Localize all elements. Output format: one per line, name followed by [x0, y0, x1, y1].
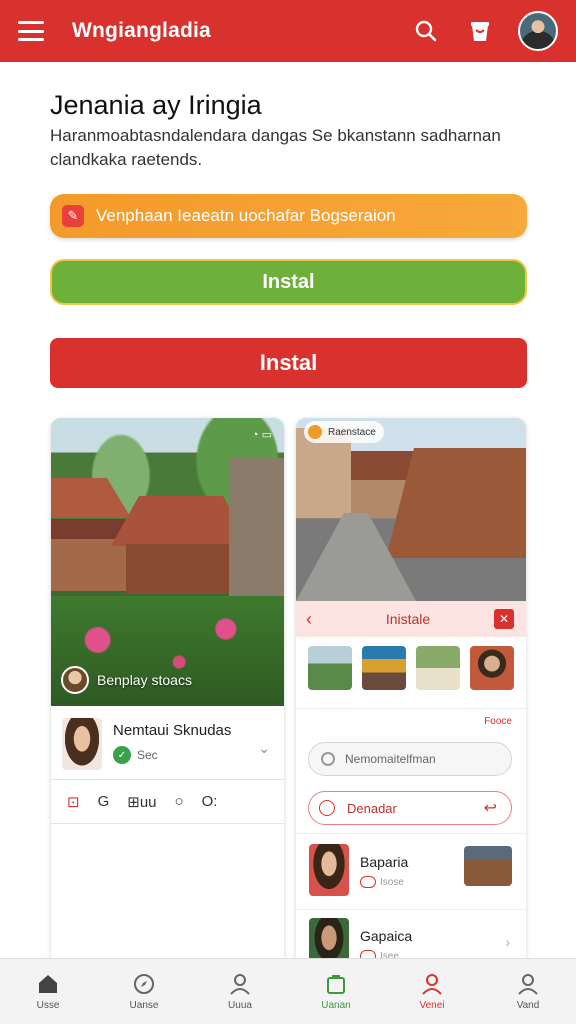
nav-label: Uanse: [129, 1000, 159, 1011]
install-label-green: Instal: [262, 270, 315, 293]
search-input[interactable]: Nemomaitelfman: [308, 742, 512, 776]
caption-text: Benplay stoacs: [97, 672, 192, 688]
grid-icon[interactable]: ⊞uu: [127, 793, 156, 811]
nav-label: Usse: [36, 1000, 60, 1011]
install-label-red: Instal: [259, 350, 318, 375]
g-icon[interactable]: G: [98, 793, 110, 810]
location-pill-text: Raenstace: [328, 426, 376, 438]
app-header: Wngiangladia: [0, 0, 576, 62]
nav-home[interactable]: Usse: [0, 959, 96, 1024]
location-icon: [308, 425, 322, 439]
nav-people[interactable]: Uuua: [192, 959, 288, 1024]
thumbnail[interactable]: [308, 646, 352, 690]
thumbnail-strip: [308, 646, 514, 690]
user-avatar[interactable]: [518, 11, 558, 51]
nav-label: Vand: [516, 1000, 540, 1011]
bag-icon[interactable]: [464, 15, 496, 47]
caption-avatar: [61, 666, 89, 694]
promo-button-label: Venphaan Ieaeatn uochafar Bogseraion: [96, 206, 396, 225]
sheet-title: Inistale: [385, 611, 431, 627]
wifi-battery-icon: ◔ ▭: [251, 429, 272, 441]
list-item-name: Gapaica: [360, 928, 413, 944]
village-card-left[interactable]: ◔ ▭ Benplay stoacs Nemtaui Sknudas ✓ Sec…: [51, 418, 284, 978]
profile-icon: [422, 974, 442, 995]
thumbnail[interactable]: [362, 646, 406, 690]
compass-icon: [134, 974, 154, 994]
nav-profile[interactable]: Venei: [384, 959, 480, 1024]
chevron-down-icon[interactable]: ⌄: [258, 740, 270, 757]
location-pill[interactable]: Raenstace: [304, 421, 384, 443]
nav-account[interactable]: Vand: [480, 959, 576, 1024]
gift-icon[interactable]: ⊡: [67, 793, 80, 811]
close-icon[interactable]: ✕: [494, 609, 514, 629]
arrow-icon: ↩: [483, 800, 497, 817]
comment-icon[interactable]: O:: [202, 793, 218, 810]
card-actions: ⊡ G ⊞uu ○ O:: [51, 780, 284, 824]
nav-label: Venei: [419, 1000, 445, 1011]
nav-explore[interactable]: Uanse: [96, 959, 192, 1024]
bottom-navigation: Usse Uanse Uuua Uanan Venei Vand: [0, 958, 576, 1024]
see-more-link[interactable]: Fooce: [484, 716, 512, 727]
list-item[interactable]: Baparia Isose: [296, 838, 526, 910]
bag-icon: [327, 975, 345, 994]
verified-icon: ✓: [113, 746, 131, 764]
profile-row[interactable]: Nemtaui Sknudas ✓ Sec ⌄: [51, 706, 284, 780]
thumbnail[interactable]: [470, 646, 514, 690]
promo-button[interactable]: ✎ Venphaan Ieaeatn uochafar Bogseraion: [50, 194, 527, 238]
circle-icon[interactable]: ○: [175, 793, 184, 810]
list-avatar: [309, 844, 349, 896]
action-pill-button[interactable]: Denadar ↩: [308, 791, 512, 825]
search-icon[interactable]: [410, 15, 442, 47]
profile-name: Nemtaui Sknudas: [113, 722, 232, 739]
list-item-sub: Isose: [360, 876, 404, 888]
install-button-green[interactable]: Instal: [50, 259, 527, 305]
village-card-right[interactable]: Raenstace ‹ Inistale ✕ Fooce Nemomaitelf…: [296, 418, 526, 978]
settings-icon: [319, 800, 335, 816]
tag-icon: ✎: [62, 205, 84, 227]
nav-label: Uanan: [321, 1000, 351, 1011]
search-icon: [321, 752, 335, 766]
page-title: Jenania ay Iringia: [50, 90, 262, 120]
user-icon: [230, 974, 250, 995]
app-title: Wngiangladia: [72, 19, 211, 42]
account-icon: [518, 974, 538, 995]
list-item-name: Baparia: [360, 854, 409, 870]
sheet-header: ‹ Inistale ✕: [296, 601, 526, 637]
profile-sub: ✓ Sec: [113, 746, 158, 764]
chevron-right-icon[interactable]: ›: [505, 934, 510, 950]
village-photo: ◔ ▭ Benplay stoacs: [51, 418, 284, 706]
list-thumbnail[interactable]: [464, 846, 512, 886]
list-item-sub-text: Isose: [380, 876, 404, 888]
street-photo: Raenstace: [296, 418, 526, 601]
photo-caption: Benplay stoacs: [61, 666, 192, 694]
home-icon: [39, 975, 57, 993]
nav-shop[interactable]: Uanan: [288, 959, 384, 1024]
menu-icon[interactable]: [18, 21, 44, 41]
search-placeholder: Nemomaitelfman: [345, 752, 436, 766]
back-chevron-icon[interactable]: ‹: [296, 609, 322, 630]
profile-sub-text: Sec: [137, 748, 158, 762]
page-description: Haranmoabtasndalendara dangas Se bkansta…: [50, 126, 501, 169]
nav-label: Uuua: [228, 1000, 252, 1011]
thumbnail[interactable]: [416, 646, 460, 690]
profile-avatar: [62, 718, 102, 770]
action-pill-label: Denadar: [347, 800, 397, 816]
install-button-red[interactable]: Instal: [50, 338, 527, 388]
